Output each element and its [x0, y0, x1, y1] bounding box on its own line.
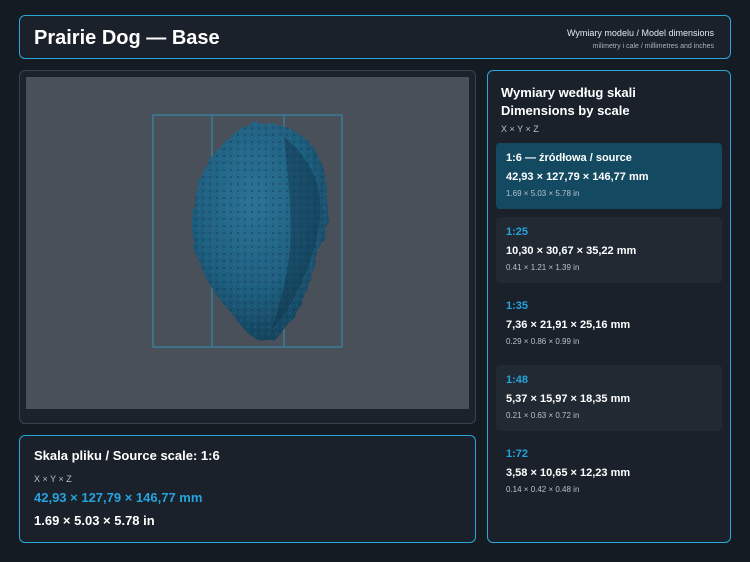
model-viewer-frame: [19, 70, 476, 424]
scale-ratio: 1:35: [506, 300, 529, 312]
scale-dimensions-mm: 5,37 × 15,97 × 18,35 mm: [506, 393, 631, 405]
scale-card-1-35[interactable]: 1:35 7,36 × 21,91 × 25,16 mm 0.29 × 0.86…: [496, 291, 722, 357]
scale-dimensions-mm: 10,30 × 30,67 × 35,22 mm: [506, 245, 637, 257]
source-dimensions-mm: 42,93 × 127,79 × 146,77 mm: [34, 490, 203, 505]
scale-dimensions-mm: 7,36 × 21,91 × 25,16 mm: [506, 319, 631, 331]
model-viewport[interactable]: [26, 77, 469, 409]
scale-ratio: 1:48: [506, 374, 529, 386]
scale-card-1-48[interactable]: 1:48 5,37 × 15,97 × 18,35 mm 0.21 × 0.63…: [496, 365, 722, 431]
scales-title-pl: Wymiary według skali: [501, 85, 636, 100]
source-dimensions-inches: 1.69 × 5.03 × 5.78 in: [34, 513, 155, 528]
scale-card-1-72[interactable]: 1:72 3,58 × 10,65 × 12,23 mm 0.14 × 0.42…: [496, 439, 722, 505]
scales-axes-label: X × Y × Z: [501, 124, 539, 134]
scale-card-1-6[interactable]: 1:6 — źródłowa / source 42,93 × 127,79 ×…: [496, 143, 722, 209]
scale-card-1-25[interactable]: 1:25 10,30 × 30,67 × 35,22 mm 0.41 × 1.2…: [496, 217, 722, 283]
scale-dimensions-inches: 0.21 × 0.63 × 0.72 in: [506, 411, 580, 420]
header-units-note: milimetry i cale / millimetres and inche…: [592, 43, 714, 50]
scales-title-en: Dimensions by scale: [501, 103, 630, 118]
header-bar: Prairie Dog — Base Wymiary modelu / Mode…: [19, 15, 731, 59]
scales-title: Wymiary według skali Dimensions by scale: [501, 84, 636, 120]
scale-ratio: 1:72: [506, 448, 529, 460]
scale-ratio: 1:6 — źródłowa / source: [506, 152, 632, 164]
scales-panel: Wymiary według skali Dimensions by scale…: [487, 70, 731, 543]
scale-dimensions-mm: 3,58 × 10,65 × 12,23 mm: [506, 467, 631, 479]
header-subtitle: Wymiary modelu / Model dimensions: [567, 28, 714, 38]
scale-dimensions-inches: 0.14 × 0.42 × 0.48 in: [506, 485, 580, 494]
scale-ratio: 1:25: [506, 226, 529, 238]
model-render: [152, 114, 343, 348]
scale-dimensions-inches: 0.29 × 0.86 × 0.99 in: [506, 337, 580, 346]
scale-dimensions-inches: 1.69 × 5.03 × 5.78 in: [506, 189, 580, 198]
scale-dimensions-mm: 42,93 × 127,79 × 146,77 mm: [506, 171, 649, 183]
scale-dimensions-inches: 0.41 × 1.21 × 1.39 in: [506, 263, 580, 272]
page-title: Prairie Dog — Base: [34, 27, 220, 49]
source-axes-label: X × Y × Z: [34, 474, 72, 484]
source-scale-panel: Skala pliku / Source scale: 1:6 X × Y × …: [19, 435, 476, 543]
source-scale-title: Skala pliku / Source scale: 1:6: [34, 448, 220, 463]
